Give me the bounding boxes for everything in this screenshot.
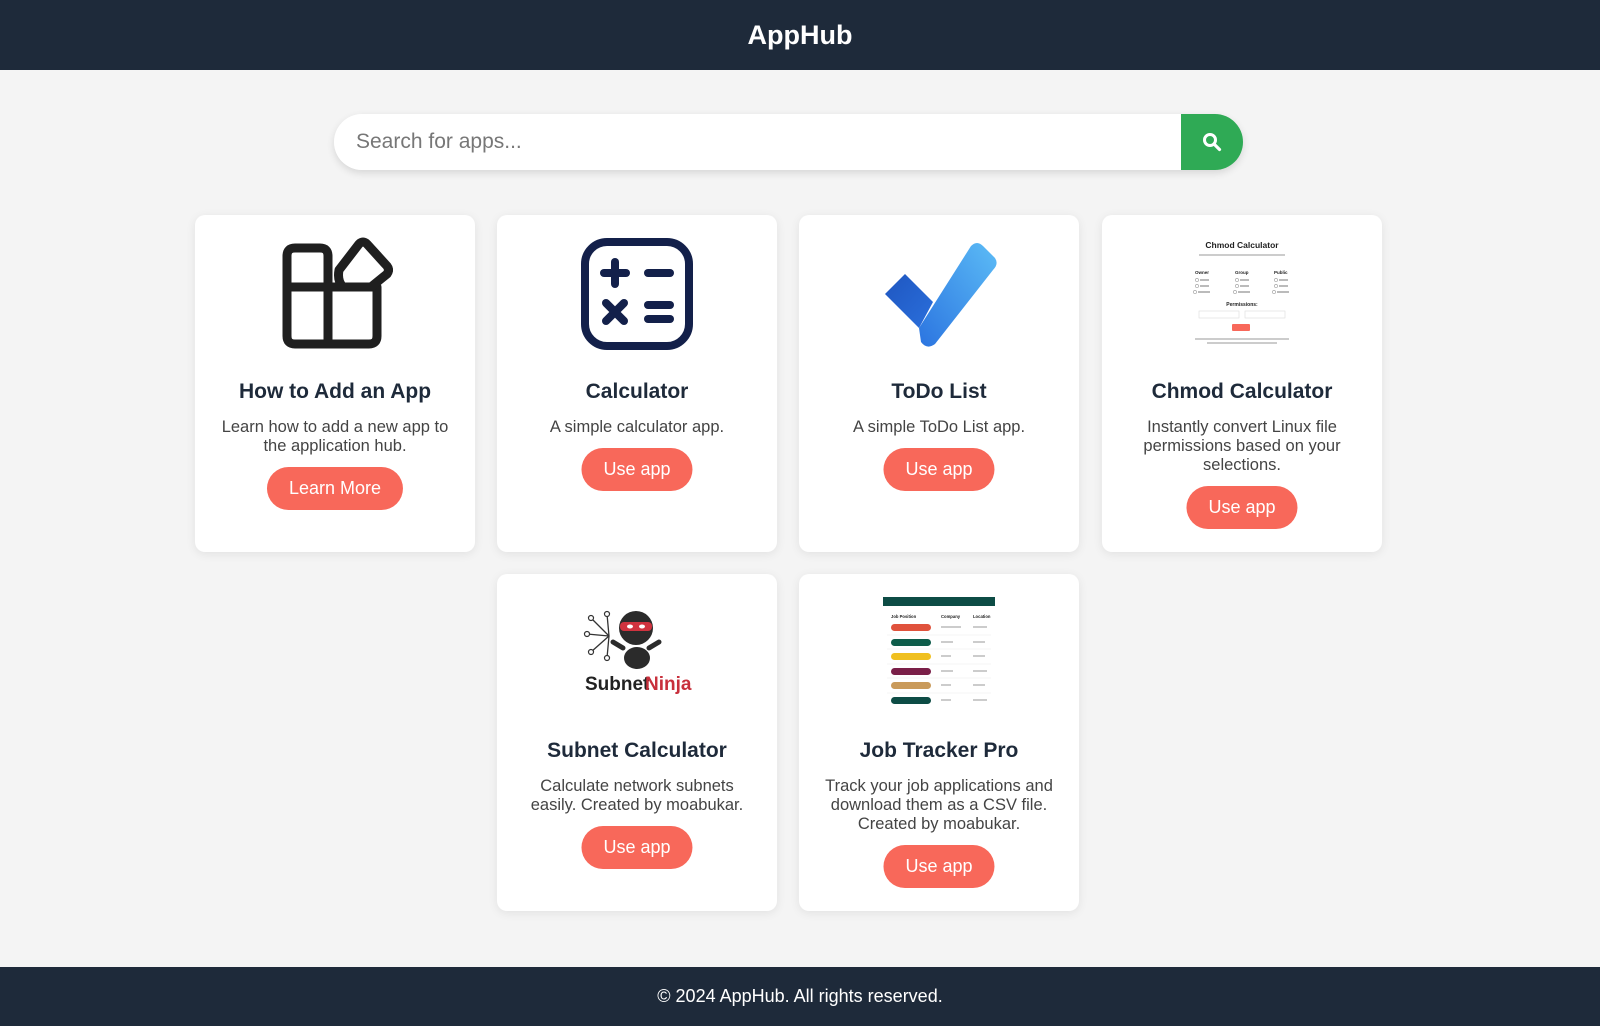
card-title: ToDo List	[891, 380, 987, 403]
preview-header-position: Job Position	[891, 614, 917, 619]
card-description: Learn how to add a new app to the applic…	[221, 418, 449, 455]
app-card-todo: ToDo List A simple ToDo List app. Use ap…	[799, 215, 1079, 552]
app-footer: © 2024 AppHub. All rights reserved.	[0, 967, 1600, 1026]
preview-header-company: Company	[941, 614, 961, 619]
app-header: AppHub	[0, 0, 1600, 70]
use-app-button-chmod[interactable]: Use app	[1186, 486, 1298, 529]
card-description: A simple ToDo List app.	[852, 418, 1026, 436]
chmod-preview-image: Chmod Calculator Owner Group Public Perm…	[1177, 236, 1307, 352]
use-app-button-todo[interactable]: Use app	[883, 448, 995, 491]
card-title: Job Tracker Pro	[859, 739, 1019, 762]
logo-text-subnet: Subnet	[585, 674, 650, 695]
preview-group-group: Group	[1235, 270, 1249, 275]
preview-group-public: Public	[1274, 270, 1288, 275]
preview-group-owner: Owner	[1195, 270, 1209, 275]
app-card-how-to-add: How to Add an App Learn how to add a new…	[195, 215, 475, 552]
search-input[interactable]	[334, 114, 1181, 170]
card-title: How to Add an App	[238, 380, 432, 403]
apps-icon	[282, 237, 393, 349]
card-description: Instantly convert Linux file permissions…	[1143, 418, 1341, 474]
card-description: Calculate network subnets easily. Create…	[530, 777, 744, 814]
preview-header-location: Location	[973, 614, 991, 619]
use-app-button-calculator[interactable]: Use app	[581, 448, 693, 491]
use-app-button-job-tracker[interactable]: Use app	[883, 845, 995, 888]
preview-title: Chmod Calculator	[1205, 240, 1279, 250]
job-tracker-preview-image: Job Position Company Location	[883, 597, 995, 709]
search-icon	[1203, 133, 1222, 152]
app-title: AppHub	[747, 19, 853, 50]
search-bar	[334, 114, 1243, 170]
card-title: Chmod Calculator	[1151, 380, 1333, 403]
footer-text: © 2024 AppHub. All rights reserved.	[657, 986, 943, 1006]
card-title: Calculator	[585, 380, 689, 403]
app-card-chmod: Chmod Calculator Owner Group Public Perm…	[1102, 215, 1382, 552]
card-description: A simple calculator app.	[549, 418, 725, 436]
calculator-icon	[581, 238, 693, 350]
logo-text-ninja: Ninja	[645, 674, 692, 695]
card-description: Track your job applications and download…	[825, 777, 1053, 833]
search-button[interactable]	[1181, 114, 1243, 170]
use-app-button-subnet[interactable]: Use app	[581, 826, 693, 869]
checkmark-icon	[885, 243, 997, 347]
preview-permissions: Permissions:	[1226, 302, 1258, 308]
subnet-ninja-logo: Subnet Ninja	[583, 610, 692, 695]
app-card-job-tracker: Job Position Company Location Job Tracke…	[799, 574, 1079, 911]
app-card-calculator: Calculator A simple calculator app. Use …	[497, 215, 777, 552]
learn-more-button[interactable]: Learn More	[266, 467, 404, 510]
card-title: Subnet Calculator	[547, 739, 727, 762]
app-card-subnet: Subnet Ninja Subnet Calculator Calculate…	[497, 574, 777, 911]
